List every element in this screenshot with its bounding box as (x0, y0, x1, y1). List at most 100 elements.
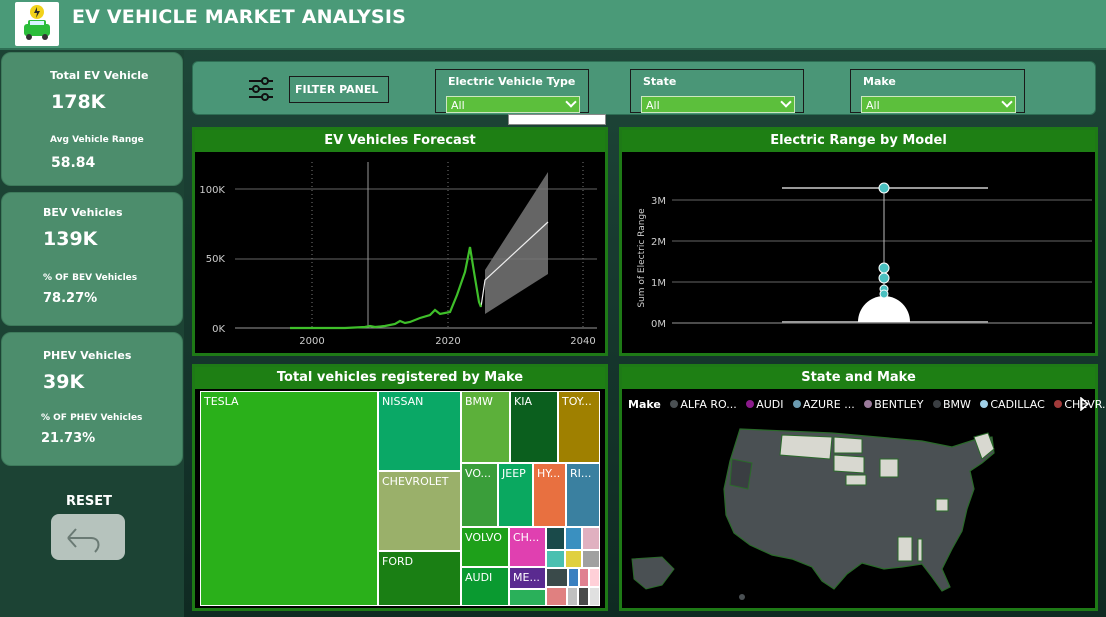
state-nebraska[interactable] (845, 474, 867, 486)
state-montana[interactable] (779, 434, 833, 460)
range-y-tick-3m: 3M (651, 196, 666, 207)
ev-type-value: All (451, 99, 465, 112)
state-delaware[interactable] (935, 498, 949, 512)
state-south-dakota[interactable] (833, 454, 865, 474)
treemap-cell-small[interactable] (565, 527, 582, 550)
state-oregon[interactable] (729, 458, 753, 490)
legend-item[interactable]: CADILLAC (974, 398, 1045, 411)
state-mississippi[interactable] (897, 536, 913, 562)
treemap-cell-kia[interactable]: KIA (510, 391, 558, 463)
sliders-icon (249, 77, 273, 101)
kpi-avg-range-value: 58.84 (51, 155, 96, 171)
treemap-cell-rivian[interactable]: RI... (566, 463, 600, 527)
state-dropdown[interactable]: All (641, 96, 795, 113)
treemap-cell-volvo[interactable]: VOLVO (461, 527, 509, 567)
treemap-cell-tesla[interactable]: TESLA (200, 391, 378, 606)
kpi-phev-pct-label: % OF PHEV Vehicles (41, 413, 143, 423)
treemap-cell-small[interactable] (578, 587, 589, 606)
legend-item[interactable]: CHEVR... (1048, 398, 1106, 411)
treemap-title: Total vehicles registered by Make (195, 367, 605, 389)
kpi-bev-label: BEV Vehicles (43, 206, 123, 219)
page-title: EV VEHICLE MARKET ANALYSIS (72, 6, 406, 28)
slicer-ev-type: Electric Vehicle Type All (435, 69, 589, 113)
state-alaska[interactable] (631, 556, 675, 590)
treemap-cell-hyundai[interactable]: HY... (533, 463, 566, 527)
treemap-label: AUDI (465, 571, 493, 584)
title-bar: EV VEHICLE MARKET ANALYSIS (0, 0, 1106, 50)
treemap-cell-small[interactable] (546, 527, 565, 550)
range-y-axis-label: Sum of Electric Range (637, 208, 647, 308)
treemap-label: VOLVO (465, 531, 502, 544)
legend-item[interactable]: AZURE ... (787, 398, 855, 411)
treemap-panel: Total vehicles registered by Make TESLA … (192, 364, 608, 611)
legend-item[interactable]: AUDI (740, 398, 784, 411)
state-value: All (646, 99, 660, 112)
treemap-cell-mercedes[interactable]: ME... (509, 567, 546, 589)
reset-button[interactable] (51, 514, 125, 560)
legend-label: ALFA RO... (680, 398, 737, 411)
us-state-map[interactable] (622, 419, 1095, 609)
reset-label: RESET (66, 494, 113, 509)
treemap-cell-audi[interactable]: AUDI (461, 567, 509, 606)
kpi-total-value: 178K (51, 91, 106, 113)
treemap-cell-vo[interactable]: VO... (461, 463, 498, 527)
legend-item[interactable]: ALFA RO... (664, 398, 737, 411)
treemap-cell-toyota[interactable]: TOY... (558, 391, 600, 463)
chevron-down-icon (780, 96, 792, 108)
treemap-cell-small[interactable] (582, 527, 600, 550)
ev-type-dropdown[interactable]: All (446, 96, 580, 113)
slicer-make: Make All (850, 69, 1025, 113)
legend-dot (670, 400, 679, 408)
treemap-cell-small[interactable] (565, 550, 582, 568)
legend-label: AUDI (756, 398, 784, 411)
visual-toolbar[interactable] (508, 114, 606, 125)
range-y-tick-2m: 2M (651, 237, 666, 248)
treemap-cell-small[interactable] (582, 550, 600, 568)
legend-item[interactable]: BENTLEY (858, 398, 923, 411)
x-tick-2000: 2000 (299, 336, 324, 347)
range-violin-body (858, 296, 910, 322)
treemap-cell-chevrolet[interactable]: CHEVROLET (378, 471, 461, 551)
treemap-cell-small[interactable] (546, 550, 565, 568)
range-chart[interactable]: Sum of Electric Range 3M 2M 1M 0M (622, 152, 1095, 353)
treemap-cell-jeep[interactable]: JEEP (498, 463, 533, 527)
range-y-tick-1m: 1M (651, 278, 666, 289)
treemap-cell-bmw[interactable]: BMW (461, 391, 510, 463)
treemap-cell-small[interactable] (589, 568, 600, 587)
map-panel: State and Make Make ALFA RO... AUDI AZUR… (619, 364, 1106, 611)
treemap-label: ME... (513, 571, 540, 584)
treemap-label: FORD (382, 555, 414, 568)
treemap-cell-ford[interactable]: FORD (378, 551, 461, 606)
kpi-avg-range-label: Avg Vehicle Range (50, 135, 144, 145)
chevron-down-icon (1001, 96, 1013, 108)
legend-label: AZURE ... (803, 398, 855, 411)
state-alabama[interactable] (917, 538, 923, 562)
treemap-cell-small[interactable] (568, 568, 579, 587)
slicer-make-title: Make (863, 75, 896, 88)
chevron-down-icon (565, 96, 577, 108)
treemap-cell-small[interactable] (567, 587, 578, 606)
kpi-card-bev: BEV Vehicles 139K % OF BEV Vehicles 78.2… (1, 192, 183, 326)
x-tick-2020: 2020 (435, 336, 460, 347)
range-outlier-point (878, 272, 890, 284)
legend-item[interactable]: BMW (927, 398, 971, 411)
legend-dot (793, 400, 801, 408)
treemap-cell-small[interactable] (546, 587, 567, 606)
forecast-chart[interactable]: 100K 50K 0K 2000 2020 2040 (195, 152, 605, 353)
kpi-phev-value: 39K (43, 371, 85, 393)
treemap-cell-nissan[interactable]: NISSAN (378, 391, 461, 471)
treemap-cell-small[interactable] (589, 587, 600, 606)
treemap-cell-small[interactable] (579, 568, 589, 587)
state-wisconsin[interactable] (879, 458, 899, 478)
state-hawaii[interactable] (739, 594, 745, 600)
y-tick-100k: 100K (199, 185, 225, 196)
play-right-icon[interactable] (1079, 397, 1089, 411)
state-north-dakota[interactable] (833, 436, 863, 454)
treemap-cell-small[interactable] (546, 568, 568, 587)
treemap-cell-small[interactable] (509, 589, 546, 606)
treemap-cell-chrysler[interactable]: CH... (509, 527, 546, 567)
treemap[interactable]: TESLA NISSAN CHEVROLET FORD BMW KIA TOY.… (200, 391, 600, 606)
legend-title: Make (628, 398, 661, 411)
treemap-label: HY... (537, 467, 561, 480)
make-dropdown[interactable]: All (861, 96, 1016, 113)
